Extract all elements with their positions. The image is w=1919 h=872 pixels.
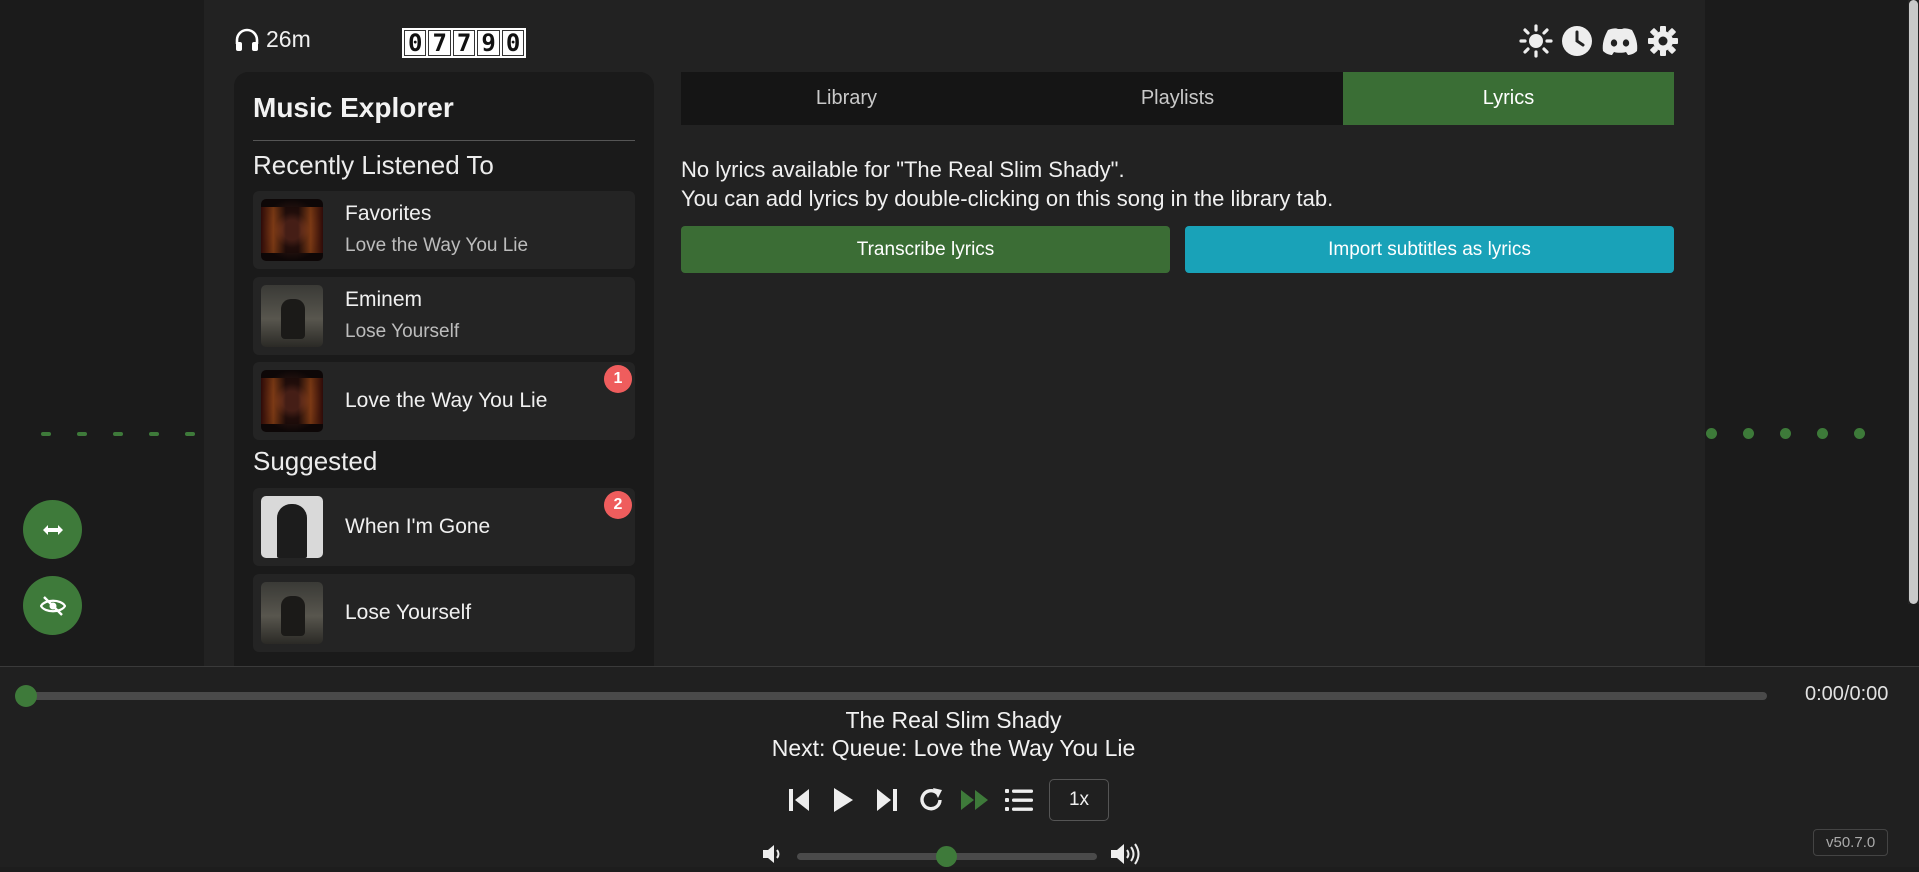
scrollbar-thumb[interactable] xyxy=(1909,0,1918,604)
visualizer-dots-right xyxy=(1706,428,1865,439)
tab-lyrics[interactable]: Lyrics xyxy=(1343,72,1674,125)
tab-bar: Library Playlists Lyrics xyxy=(681,72,1674,125)
skip-forward-icon xyxy=(877,789,897,811)
item-title: When I'm Gone xyxy=(345,515,491,538)
version-label: v50.7.0 xyxy=(1813,829,1889,856)
album-thumbnail xyxy=(261,199,323,261)
volume-slider[interactable] xyxy=(797,846,1097,867)
player-bar: 0:00/0:00 The Real Slim Shady Next: Queu… xyxy=(0,666,1919,867)
repeat-button[interactable] xyxy=(909,778,953,822)
skip-back-icon xyxy=(789,789,809,811)
music-explorer-panel: Music Explorer Recently Listened To Favo… xyxy=(234,72,654,666)
gear-icon[interactable] xyxy=(1647,25,1679,62)
album-thumbnail xyxy=(261,370,323,432)
list-item[interactable]: Eminem Lose Yourself xyxy=(253,277,635,355)
lyrics-message-line1: No lyrics available for "The Real Slim S… xyxy=(681,157,1125,182)
counter-digit: 0 xyxy=(404,30,427,56)
explorer-title: Music Explorer xyxy=(253,92,454,123)
lyrics-message: No lyrics available for "The Real Slim S… xyxy=(681,155,1333,213)
album-thumbnail xyxy=(261,582,323,644)
toggle-visibility-button[interactable] xyxy=(23,576,82,635)
listen-time-value: 26m xyxy=(266,26,311,52)
queue-badge: 2 xyxy=(604,491,632,519)
repeat-icon xyxy=(920,788,942,811)
volume-down-icon[interactable] xyxy=(761,842,785,871)
toggle-width-button[interactable] xyxy=(23,500,82,559)
import-subtitles-button[interactable]: Import subtitles as lyrics xyxy=(1185,226,1674,273)
play-counter: 0 7 7 9 0 xyxy=(402,28,527,58)
top-toolbar xyxy=(1519,24,1679,63)
play-icon xyxy=(834,788,853,812)
time-display: 0:00/0:00 xyxy=(1805,683,1889,705)
queue-badge: 1 xyxy=(604,365,632,393)
next-up-text: Next: Queue: Love the Way You Lie xyxy=(771,735,1136,761)
next-button[interactable] xyxy=(865,778,909,822)
item-title: Love the Way You Lie xyxy=(345,389,548,412)
previous-button[interactable] xyxy=(777,778,821,822)
clock-icon[interactable] xyxy=(1561,25,1593,62)
seek-handle[interactable] xyxy=(15,685,37,707)
lyrics-message-line2: You can add lyrics by double-clicking on… xyxy=(681,186,1334,211)
recent-heading: Recently Listened To xyxy=(253,150,494,180)
discord-icon[interactable] xyxy=(1601,26,1639,61)
tab-library[interactable]: Library xyxy=(681,72,1012,125)
playback-controls: 1x xyxy=(777,778,1109,822)
item-title: Eminem xyxy=(345,288,423,311)
left-backdrop xyxy=(0,0,204,666)
list-item[interactable]: Lose Yourself xyxy=(253,574,635,652)
list-item[interactable]: Love the Way You Lie 1 xyxy=(253,362,635,440)
item-title: Favorites xyxy=(345,202,432,225)
counter-digit: 7 xyxy=(452,30,476,56)
album-thumbnail xyxy=(261,285,323,347)
list-icon xyxy=(1005,789,1033,811)
tab-playlists[interactable]: Playlists xyxy=(1012,72,1343,125)
counter-digit: 7 xyxy=(428,30,451,56)
sun-icon[interactable] xyxy=(1519,24,1553,63)
listen-time: 26m xyxy=(234,26,311,53)
headphones-icon xyxy=(235,28,259,51)
counter-digit: 0 xyxy=(501,30,525,56)
volume-handle[interactable] xyxy=(936,846,957,867)
right-backdrop xyxy=(1705,0,1919,666)
list-item[interactable]: Favorites Love the Way You Lie xyxy=(253,191,635,269)
playback-speed-button[interactable]: 1x xyxy=(1049,779,1109,821)
transcribe-lyrics-button[interactable]: Transcribe lyrics xyxy=(681,226,1170,273)
queue-button[interactable] xyxy=(997,778,1041,822)
item-subtitle: Lose Yourself xyxy=(345,321,460,342)
album-thumbnail xyxy=(261,496,323,558)
volume-up-icon[interactable] xyxy=(1109,841,1143,872)
autoplay-button[interactable] xyxy=(953,778,997,822)
volume-control xyxy=(761,841,1143,872)
suggested-heading: Suggested xyxy=(253,446,378,476)
seek-bar[interactable] xyxy=(25,692,1767,700)
now-playing-title: The Real Slim Shady xyxy=(845,707,1062,733)
scrollbar[interactable] xyxy=(1908,0,1919,604)
item-title: Lose Yourself xyxy=(345,601,472,624)
play-button[interactable] xyxy=(821,778,865,822)
fast-forward-icon xyxy=(961,790,988,810)
arrows-horizontal-icon xyxy=(42,524,63,535)
list-item[interactable]: When I'm Gone 2 xyxy=(253,488,635,566)
divider xyxy=(253,140,635,141)
item-subtitle: Love the Way You Lie xyxy=(345,235,529,256)
eye-slash-icon xyxy=(39,595,66,616)
counter-digit: 9 xyxy=(477,30,500,56)
visualizer-dots-left xyxy=(41,432,195,436)
